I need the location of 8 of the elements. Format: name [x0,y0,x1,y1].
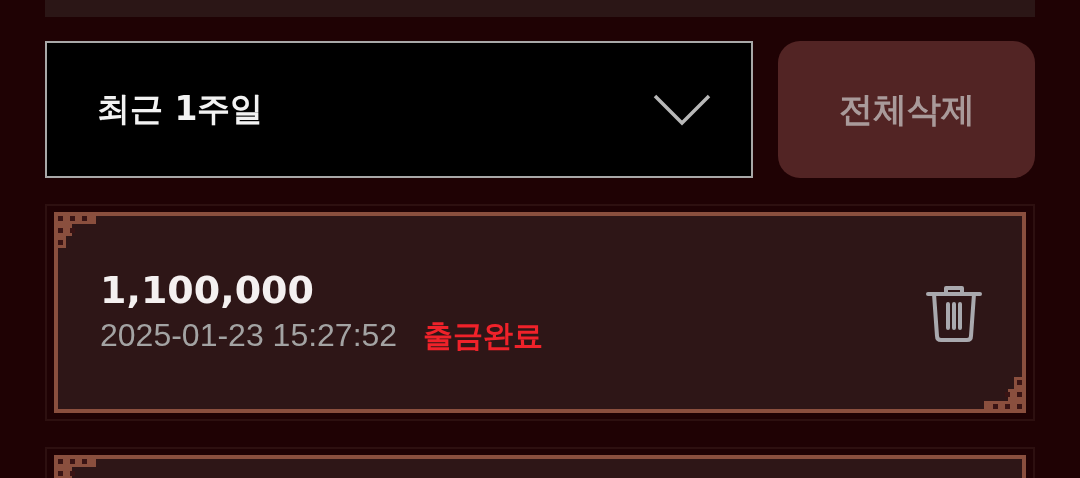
trash-icon [926,283,982,342]
chevron-down-icon [653,93,711,126]
period-dropdown[interactable]: 최근 1주일 [45,41,753,178]
datetime: 2025-01-23 15:27:52 [100,317,398,354]
delete-button[interactable] [926,283,982,342]
amount: 1,100,000 [100,268,315,312]
delete-all-button[interactable]: 전체삭제 [778,41,1035,178]
status-label: 출금완료 [423,317,544,355]
